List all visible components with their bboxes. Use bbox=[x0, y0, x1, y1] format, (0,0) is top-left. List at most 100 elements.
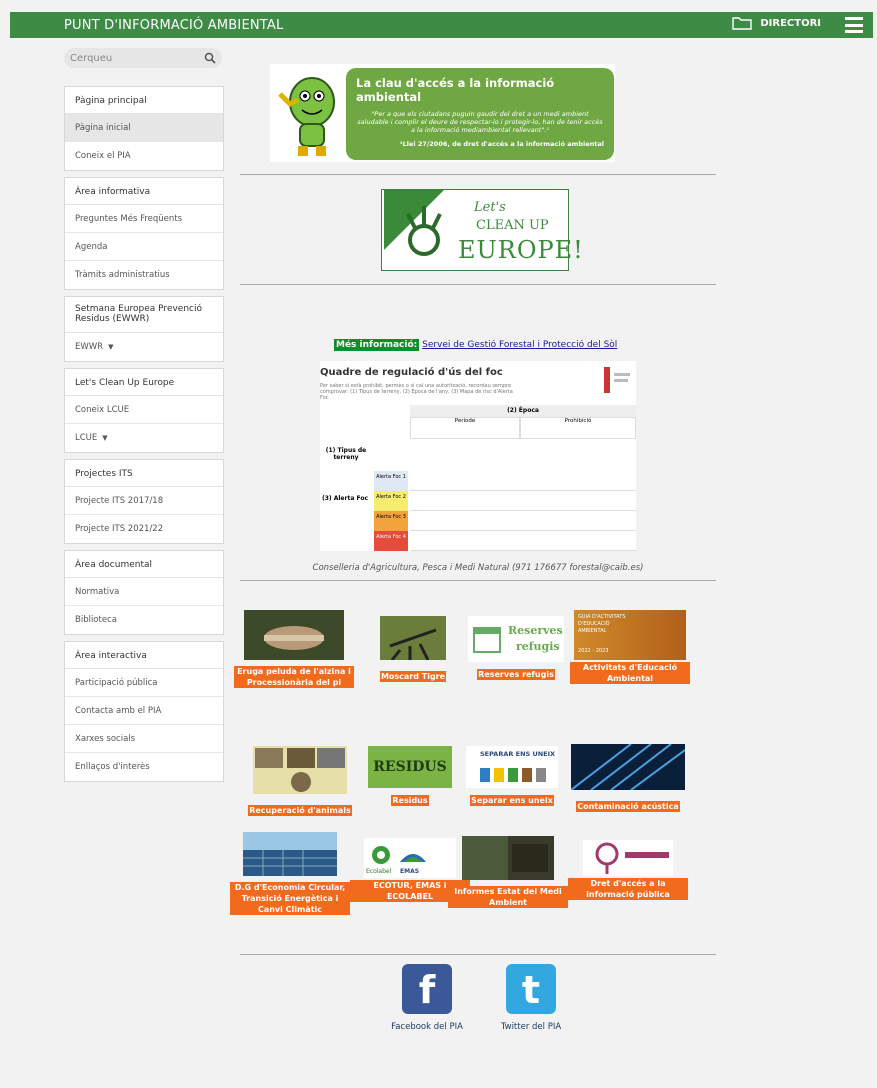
fire-regulation-table-image[interactable]: Quadre de regulació d'ús del foc Per sab… bbox=[320, 361, 636, 551]
reports-image bbox=[462, 836, 554, 880]
noise-image bbox=[570, 743, 686, 791]
directory-button[interactable]: DIRECTORI bbox=[732, 16, 821, 30]
sidebar-group-its: Projectes ITS Projecte ITS 2017/18 Proje… bbox=[64, 459, 224, 544]
sidebar-heading: Projectes ITS bbox=[65, 460, 223, 487]
sidebar: Pàgina principal Pàgina inicial Coneix e… bbox=[64, 86, 224, 788]
site-title[interactable]: PUNT D'INFORMACIÓ AMBIENTAL bbox=[64, 18, 283, 33]
reserves-image: Reserves refugis bbox=[468, 616, 564, 662]
hamburger-menu-icon[interactable] bbox=[845, 17, 863, 33]
sidebar-item-label: EWWR bbox=[75, 342, 104, 352]
sidebar-item-lcue[interactable]: LCUE ▼ bbox=[65, 424, 223, 452]
sidebar-item-regulations[interactable]: Normativa bbox=[65, 578, 223, 606]
sidebar-group-docs: Àrea documental Normativa Biblioteca bbox=[64, 550, 224, 635]
magnifier-icon bbox=[595, 842, 619, 874]
solar-panels-image bbox=[243, 832, 337, 876]
sidebar-heading: Àrea documental bbox=[65, 551, 223, 578]
sidebar-item-links[interactable]: Enllaços d'interès bbox=[65, 753, 223, 781]
sidebar-item-its-2021[interactable]: Projecte ITS 2021/22 bbox=[65, 515, 223, 543]
guide-text-3: AMBIENTAL bbox=[578, 628, 607, 634]
tile-label: Moscard Tigre bbox=[379, 671, 447, 682]
fire-table-cells bbox=[410, 471, 636, 551]
tile-education[interactable]: GUIA D'ACTIVITATS D'EDUCACIÓ AMBIENTAL 2… bbox=[570, 610, 690, 685]
facebook-icon: f bbox=[402, 964, 452, 1014]
ecolabel-image: Ecolabel EMAS bbox=[364, 838, 456, 878]
sidebar-item-social[interactable]: Xarxes socials bbox=[65, 725, 223, 753]
more-info-line: Més informació: Servei de Gestió Foresta… bbox=[334, 339, 617, 351]
emas-logo-icon bbox=[400, 854, 426, 862]
sidebar-item-participation[interactable]: Participació pública bbox=[65, 669, 223, 697]
sidebar-group-main: Pàgina principal Pàgina inicial Coneix e… bbox=[64, 86, 224, 171]
residus-image-text: RESIDUS bbox=[368, 746, 452, 788]
facebook-glyph: f bbox=[418, 968, 436, 1012]
top-bar: PUNT D'INFORMACIÓ AMBIENTAL DIRECTORI bbox=[10, 12, 873, 38]
sidebar-item-agenda[interactable]: Agenda bbox=[65, 233, 223, 261]
contact-line: Conselleria d'Agricultura, Pesca i Medi … bbox=[312, 563, 644, 573]
mascot-image bbox=[278, 77, 335, 156]
lets-clean-up-europe-banner[interactable]: Let's CLEAN UP EUROPE! bbox=[381, 189, 583, 271]
folder-icon bbox=[732, 17, 753, 30]
search-icon[interactable] bbox=[204, 52, 216, 64]
lcue-line-2: CLEAN UP bbox=[476, 218, 549, 233]
sidebar-item-its-2017[interactable]: Projecte ITS 2017/18 bbox=[65, 487, 223, 515]
sidebar-item-library[interactable]: Biblioteca bbox=[65, 606, 223, 634]
twitter-label: Twitter del PIA bbox=[500, 1022, 562, 1032]
search-input[interactable]: Cerqueu bbox=[70, 53, 204, 64]
tile-label: Residus bbox=[391, 795, 429, 806]
guide-text-4: 2022 - 2023 bbox=[578, 648, 609, 654]
tile-processionary[interactable]: Eruga peluda de l'alzina i Processionàri… bbox=[234, 610, 354, 689]
banner-source: ¹Llei 27/2006, de dret d'accés a la info… bbox=[399, 140, 604, 148]
sidebar-item-about[interactable]: Coneix el PIA bbox=[65, 142, 223, 170]
facebook-link[interactable]: f Facebook del PIA bbox=[382, 964, 472, 1032]
tile-label: Dret d'accés a la informació pública bbox=[568, 878, 688, 900]
info-access-image bbox=[583, 840, 673, 876]
sidebar-group-lcue: Let's Clean Up Europe Coneix LCUE LCUE ▼ bbox=[64, 368, 224, 453]
tile-separate[interactable]: SEPARAR ENS UNEIX Separar ens uneix bbox=[452, 746, 572, 807]
emas-text: EMAS bbox=[400, 868, 420, 875]
sidebar-heading: Pàgina principal bbox=[65, 87, 223, 114]
more-info-tag: Més informació: bbox=[334, 339, 420, 351]
sidebar-item-label: LCUE bbox=[75, 433, 98, 443]
tile-label: D.G d'Economia Circular, Transició Energ… bbox=[230, 882, 350, 915]
banner-quote: "Per a que els ciutadans puguin gaudir d… bbox=[357, 110, 603, 134]
lcue-line-3: EUROPE! bbox=[458, 236, 584, 264]
fire-table-subtitle: Per saber si està prohibit, permès o si … bbox=[320, 383, 513, 401]
tile-environment-reports[interactable]: Informes Estat del Medi Ambient bbox=[448, 836, 568, 909]
sidebar-item-faq[interactable]: Preguntes Més Freqüents bbox=[65, 205, 223, 233]
hand-logo-icon bbox=[384, 190, 444, 256]
bins-icon bbox=[480, 768, 546, 782]
tile-label: Informes Estat del Medi Ambient bbox=[448, 886, 568, 908]
reserves-image-text-1: Reserves bbox=[508, 624, 563, 637]
sidebar-item-procedures[interactable]: Tràmits administratius bbox=[65, 261, 223, 289]
search-box[interactable]: Cerqueu bbox=[64, 48, 222, 68]
ecolabel-text: Ecolabel bbox=[366, 868, 392, 875]
tile-animal-recovery[interactable]: Recuperació d'animals bbox=[240, 746, 360, 817]
caret-down-icon: ▼ bbox=[102, 434, 108, 442]
education-guide-image: GUIA D'ACTIVITATS D'EDUCACIÓ AMBIENTAL 2… bbox=[574, 610, 686, 660]
info-access-banner[interactable]: La clau d'accés a la informació ambienta… bbox=[270, 64, 615, 162]
sidebar-item-home[interactable]: Pàgina inicial bbox=[65, 114, 223, 142]
ecolabel-flower-icon bbox=[372, 846, 390, 864]
calendar-icon bbox=[473, 627, 501, 653]
tile-tiger-mosquito[interactable]: Moscard Tigre bbox=[353, 616, 473, 683]
alert-level-2: Alerta Foc 2 bbox=[374, 491, 408, 511]
divider bbox=[240, 174, 716, 175]
animals-image bbox=[253, 746, 347, 794]
sidebar-item-contact[interactable]: Contacta amb el PIA bbox=[65, 697, 223, 725]
tile-reserves[interactable]: Reserves refugis Reserves refugis bbox=[456, 616, 576, 681]
sidebar-heading: Let's Clean Up Europe bbox=[65, 369, 223, 396]
fire-table-grid: (2) Època Període Prohibició (1) Tipus d… bbox=[320, 405, 636, 551]
sidebar-group-info: Àrea informativa Preguntes Més Freqüents… bbox=[64, 177, 224, 290]
caterpillar-image bbox=[244, 610, 344, 660]
forest-service-link[interactable]: Servei de Gestió Forestal i Protecció de… bbox=[422, 340, 617, 350]
tile-public-info-access[interactable]: Dret d'accés a la informació pública bbox=[568, 840, 688, 901]
sidebar-item-ewwr[interactable]: EWWR ▼ bbox=[65, 333, 223, 361]
sidebar-item-know-lcue[interactable]: Coneix LCUE bbox=[65, 396, 223, 424]
fire-period-a: Període bbox=[410, 417, 520, 439]
fire-table-title: Quadre de regulació d'ús del foc bbox=[320, 367, 503, 378]
tile-dg-circular-economy[interactable]: D.G d'Economia Circular, Transició Energ… bbox=[230, 832, 350, 916]
separar-image: SEPARAR ENS UNEIX bbox=[466, 746, 558, 788]
tile-noise[interactable]: Contaminació acústica bbox=[568, 743, 688, 813]
twitter-link[interactable]: t Twitter del PIA bbox=[486, 964, 576, 1032]
mosquito-image bbox=[380, 616, 446, 661]
twitter-icon: t bbox=[506, 964, 556, 1014]
